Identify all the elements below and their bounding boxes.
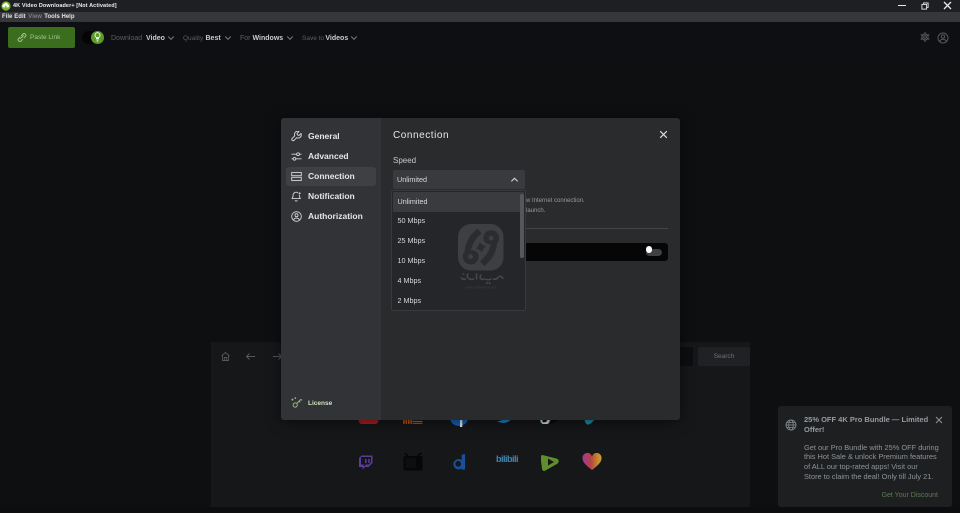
svg-text:www.ArabiApps.net: www.ArabiApps.net bbox=[465, 286, 496, 290]
